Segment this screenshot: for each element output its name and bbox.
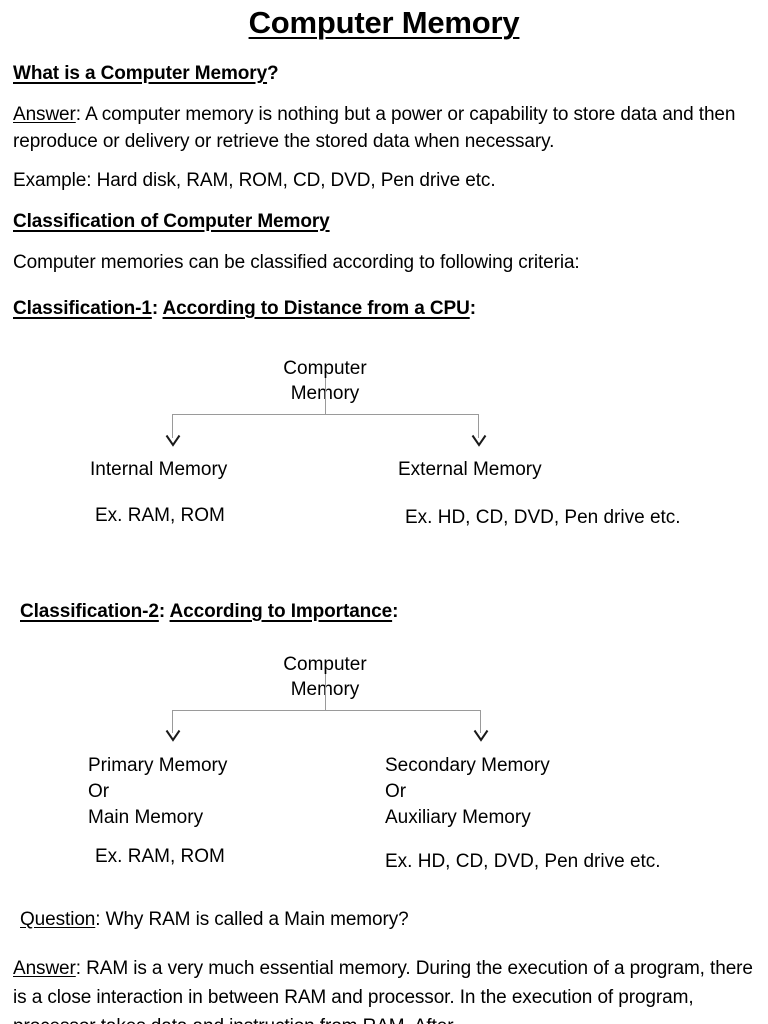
question-text: : Why RAM is called a Main memory? [95,909,409,930]
diagram-classification-2: Computer Memory Primary Memory Or Main M… [0,0,768,1024]
answer-2-text: : RAM is a very much essential memory. D… [13,958,753,1024]
diagram-2-left-example: Ex. RAM, ROM [95,846,225,867]
diagram-2-root-stem [325,674,326,710]
question-label: Question [20,909,96,930]
answer-2-label: Answer [13,958,76,979]
diagram-2-left-branch-label: Primary Memory Or Main Memory [88,755,228,828]
diagram-2-right-example: Ex. HD, CD, DVD, Pen drive etc. [385,851,661,872]
diagram-2-horizontal-connector [172,710,481,711]
answer-2-paragraph: Answer: RAM is a very much essential mem… [13,954,757,1024]
document-page: Computer Memory What is a Computer Memor… [0,0,768,1024]
question-paragraph: Question: Why RAM is called a Main memor… [20,906,762,933]
diagram-2-right-branch-label: Secondary Memory Or Auxiliary Memory [385,755,550,828]
